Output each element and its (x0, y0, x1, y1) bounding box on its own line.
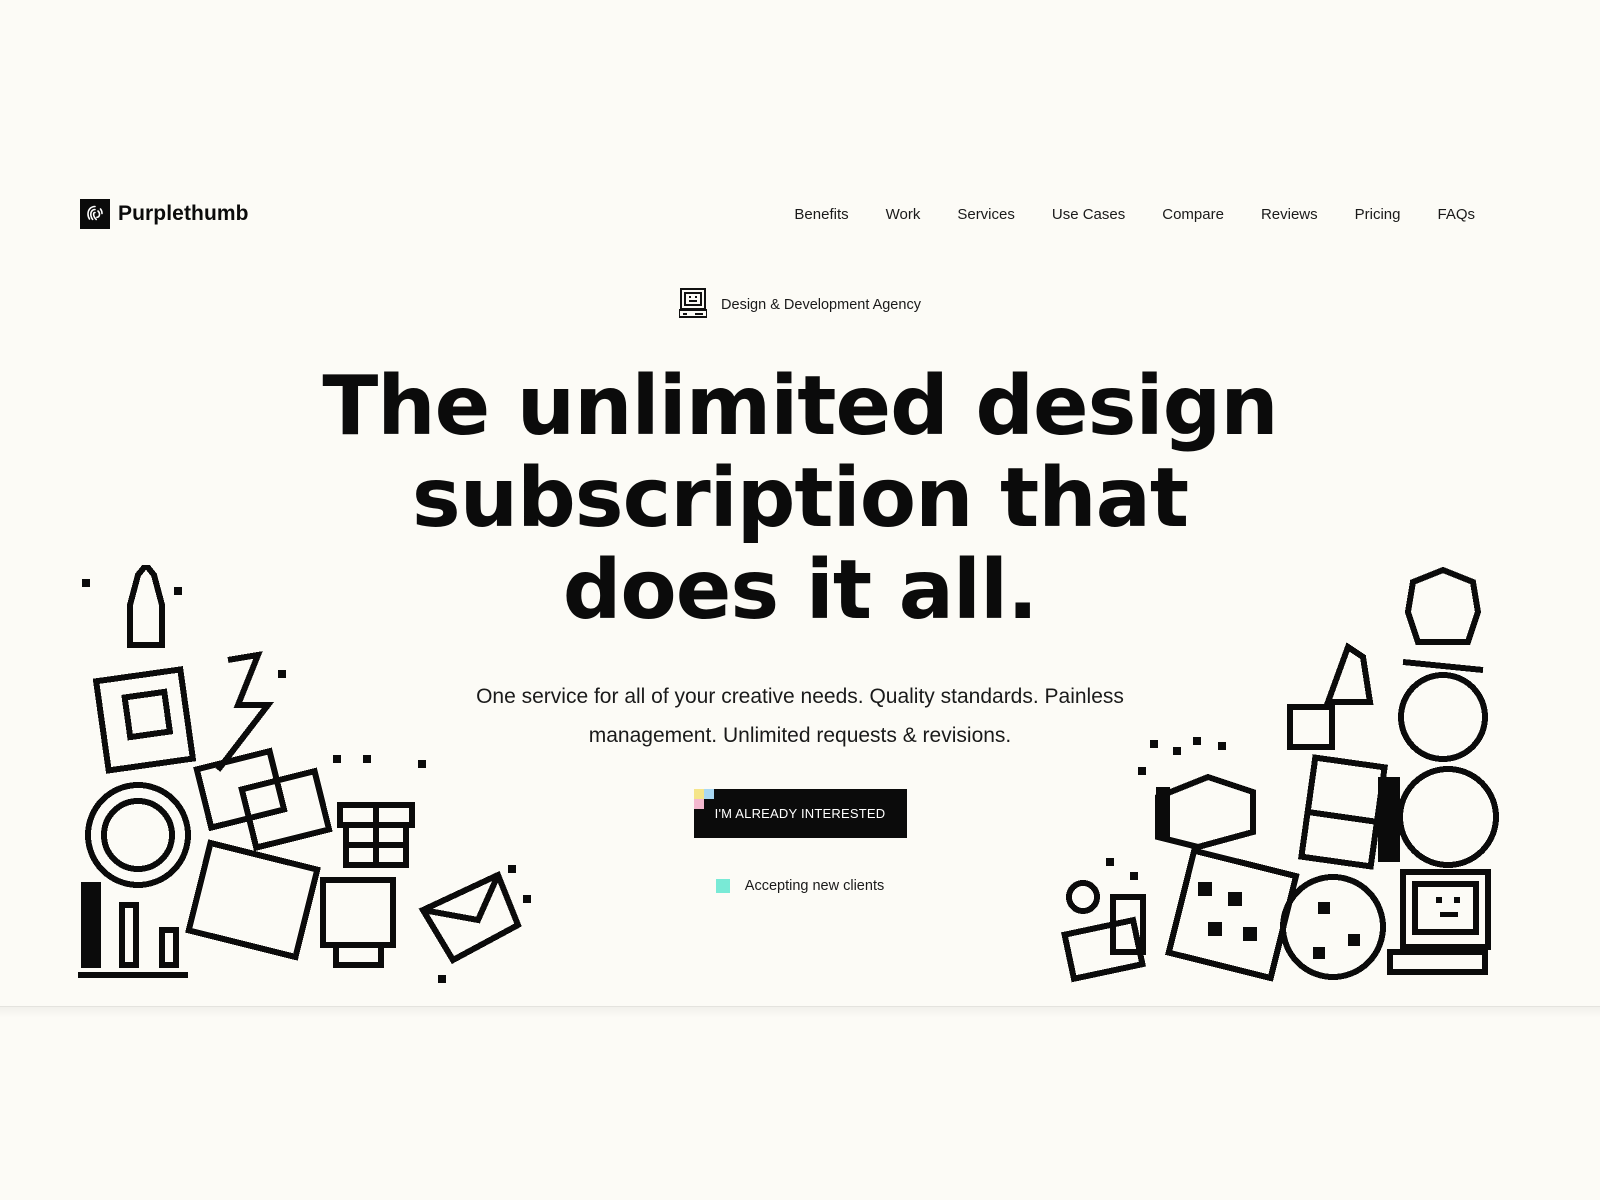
section-divider (0, 1006, 1600, 1018)
robot-icon (320, 877, 396, 948)
site-header: Purplethumb Benefits Work Services Use C… (80, 196, 1475, 232)
brand-link[interactable]: Purplethumb (80, 199, 249, 229)
rocket-icon (127, 565, 165, 648)
code-window-icon (1165, 847, 1300, 982)
page: Purplethumb Benefits Work Services Use C… (0, 0, 1600, 1200)
main-nav: Benefits Work Services Use Cases Compare… (794, 206, 1475, 223)
nav-work[interactable]: Work (886, 206, 921, 223)
retro-computer-icon (678, 288, 709, 322)
nav-benefits[interactable]: Benefits (794, 206, 848, 223)
camera-icon (1287, 704, 1335, 750)
nav-reviews[interactable]: Reviews (1261, 206, 1318, 223)
hero-eyebrow-text: Design & Development Agency (721, 297, 921, 313)
nav-pricing[interactable]: Pricing (1355, 206, 1401, 223)
pixel-accent (703, 789, 714, 799)
client-status: Accepting new clients (715, 878, 885, 894)
thumbprint-icon (80, 199, 110, 229)
client-status-text: Accepting new clients (744, 878, 885, 894)
handshake-icon (1155, 773, 1256, 851)
nav-compare[interactable]: Compare (1162, 206, 1224, 223)
status-indicator (715, 879, 730, 893)
picture-frame-icon (92, 666, 197, 774)
person-avatar-icon (1404, 566, 1482, 645)
left-pixel-illustration (78, 565, 538, 995)
nav-services[interactable]: Services (957, 206, 1015, 223)
nav-use-cases[interactable]: Use Cases (1052, 206, 1125, 223)
right-pixel-illustration (1058, 562, 1518, 1002)
pixel-accent (693, 799, 704, 809)
browser-window-icon (185, 839, 321, 961)
cookie-icon (1280, 874, 1386, 980)
nav-faqs[interactable]: FAQs (1437, 206, 1475, 223)
interested-button[interactable]: I'M ALREADY INTERESTED (693, 789, 907, 838)
bar-chart-icon (81, 882, 101, 968)
hero-eyebrow: Design & Development Agency (678, 288, 921, 322)
heart-badge-icon (1398, 672, 1488, 762)
interested-button-label: I'M ALREADY INTERESTED (714, 806, 886, 821)
brand-name: Purplethumb (118, 202, 249, 225)
globe-icon (1397, 766, 1499, 868)
pixel-accent (693, 789, 704, 799)
pencil-icon (1323, 642, 1374, 705)
